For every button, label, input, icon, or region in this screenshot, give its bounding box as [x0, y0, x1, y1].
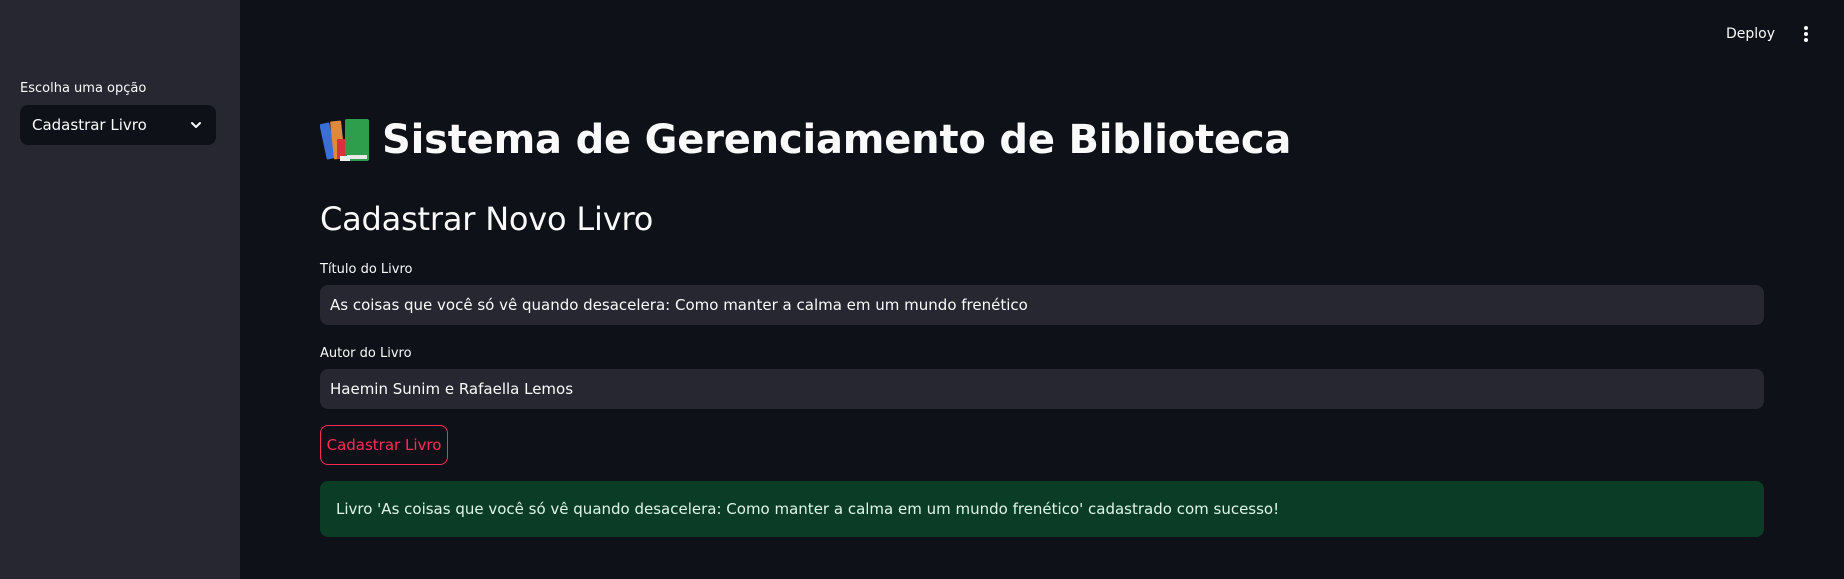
sidebar: Escolha uma opção Cadastrar Livro	[0, 0, 240, 579]
select-value: Cadastrar Livro	[32, 116, 147, 134]
register-book-button[interactable]: Cadastrar Livro	[320, 425, 448, 465]
book-title-label: Título do Livro	[320, 262, 413, 277]
section-title: Cadastrar Novo Livro	[320, 200, 654, 238]
book-author-input[interactable]	[320, 369, 1764, 409]
app: Escolha uma opção Cadastrar Livro Deploy	[0, 0, 1844, 579]
page-title-text: Sistema de Gerenciamento de Biblioteca	[382, 117, 1292, 163]
option-select[interactable]: Cadastrar Livro	[20, 105, 216, 145]
books-icon	[320, 115, 372, 165]
book-author-label: Autor do Livro	[320, 346, 412, 361]
main-content: Sistema de Gerenciamento de Biblioteca C…	[320, 0, 1764, 579]
kebab-menu-icon[interactable]	[1796, 22, 1816, 46]
page-title: Sistema de Gerenciamento de Biblioteca	[320, 112, 1291, 168]
success-alert: Livro 'As coisas que você só vê quando d…	[320, 481, 1764, 537]
book-title-input[interactable]	[320, 285, 1764, 325]
success-message: Livro 'As coisas que você só vê quando d…	[336, 500, 1280, 518]
select-label: Escolha uma opção	[20, 81, 147, 96]
chevron-down-icon	[188, 117, 204, 133]
